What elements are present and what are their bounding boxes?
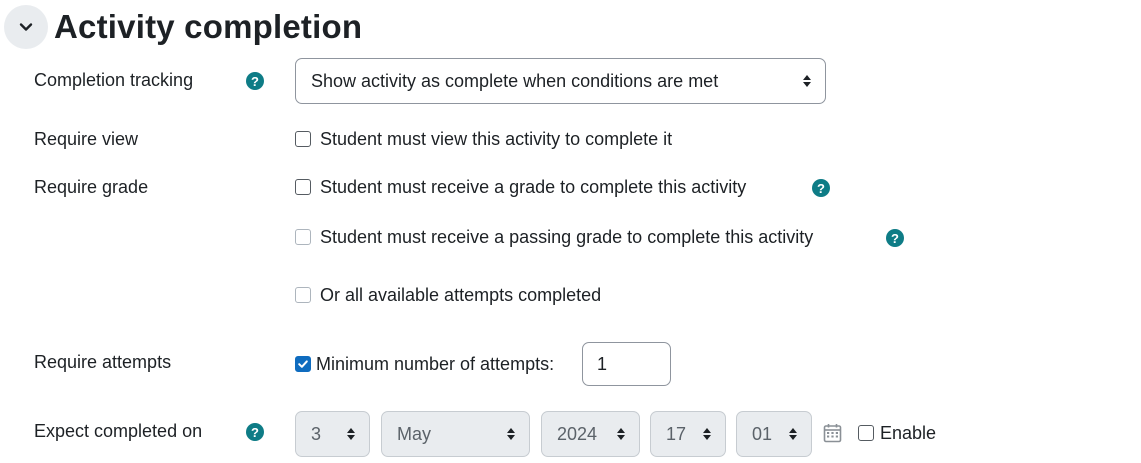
- receive-grade-label: Student must receive a grade to complete…: [320, 177, 747, 197]
- completion-tracking-label: Completion tracking: [34, 70, 194, 90]
- chevron-down-icon: [19, 23, 33, 31]
- year-select[interactable]: 2024: [541, 411, 640, 457]
- question-circle-icon[interactable]: ?: [246, 423, 264, 441]
- calendar-icon[interactable]: [823, 423, 842, 443]
- select-caret-icon: [789, 428, 797, 440]
- min-attempts-option: Minimum number of attempts:: [295, 352, 554, 376]
- passing-grade-checkbox[interactable]: [295, 229, 311, 245]
- passing-grade-label: Student must receive a passing grade to …: [320, 227, 814, 247]
- question-circle-icon[interactable]: ?: [812, 179, 830, 197]
- require-view-checkbox[interactable]: [295, 131, 311, 147]
- question-circle-icon[interactable]: ?: [886, 229, 904, 247]
- all-attempts-label: Or all available attempts completed: [320, 285, 602, 305]
- enable-date-option: Enable: [858, 421, 936, 445]
- select-caret-icon: [507, 428, 515, 440]
- month-value: May: [397, 423, 432, 444]
- require-view-option: Student must view this activity to compl…: [295, 127, 672, 151]
- require-view-checkbox-label: Student must view this activity to compl…: [320, 129, 673, 149]
- select-caret-icon: [347, 428, 355, 440]
- section-header: Activity completion: [4, 5, 362, 49]
- minute-select[interactable]: 01: [736, 411, 812, 457]
- minute-value: 01: [752, 423, 773, 444]
- min-attempts-value: 1: [597, 353, 608, 374]
- select-caret-icon: [703, 428, 711, 440]
- completion-tracking-value: Show activity as complete when condition…: [311, 70, 719, 91]
- day-select[interactable]: 3: [295, 411, 370, 457]
- enable-date-checkbox[interactable]: [858, 425, 874, 441]
- receive-grade-option: Student must receive a grade to complete…: [295, 175, 746, 199]
- all-attempts-option: Or all available attempts completed: [295, 283, 601, 307]
- require-grade-label: Require grade: [34, 177, 149, 197]
- question-circle-icon[interactable]: ?: [246, 72, 264, 90]
- select-caret-icon: [617, 428, 625, 440]
- completion-tracking-select[interactable]: Show activity as complete when condition…: [295, 58, 826, 104]
- all-attempts-checkbox[interactable]: [295, 287, 311, 303]
- hour-select[interactable]: 17: [650, 411, 726, 457]
- require-view-label: Require view: [34, 129, 139, 149]
- receive-grade-checkbox[interactable]: [295, 179, 311, 195]
- section-title: Activity completion: [54, 8, 363, 45]
- month-select[interactable]: May: [381, 411, 530, 457]
- checkmark-icon: [298, 360, 308, 368]
- day-value: 3: [311, 423, 322, 444]
- passing-grade-option: Student must receive a passing grade to …: [295, 225, 813, 249]
- expect-completed-label: Expect completed on: [34, 421, 203, 441]
- collapse-button[interactable]: [4, 5, 48, 49]
- min-attempts-label: Minimum number of attempts:: [316, 354, 555, 374]
- min-attempts-input[interactable]: 1: [582, 342, 671, 386]
- enable-date-label: Enable: [880, 423, 937, 443]
- year-value: 2024: [557, 423, 598, 444]
- min-attempts-checkbox[interactable]: [295, 356, 311, 372]
- select-caret-icon: [803, 75, 811, 87]
- require-attempts-label: Require attempts: [34, 352, 172, 372]
- hour-value: 17: [666, 423, 687, 444]
